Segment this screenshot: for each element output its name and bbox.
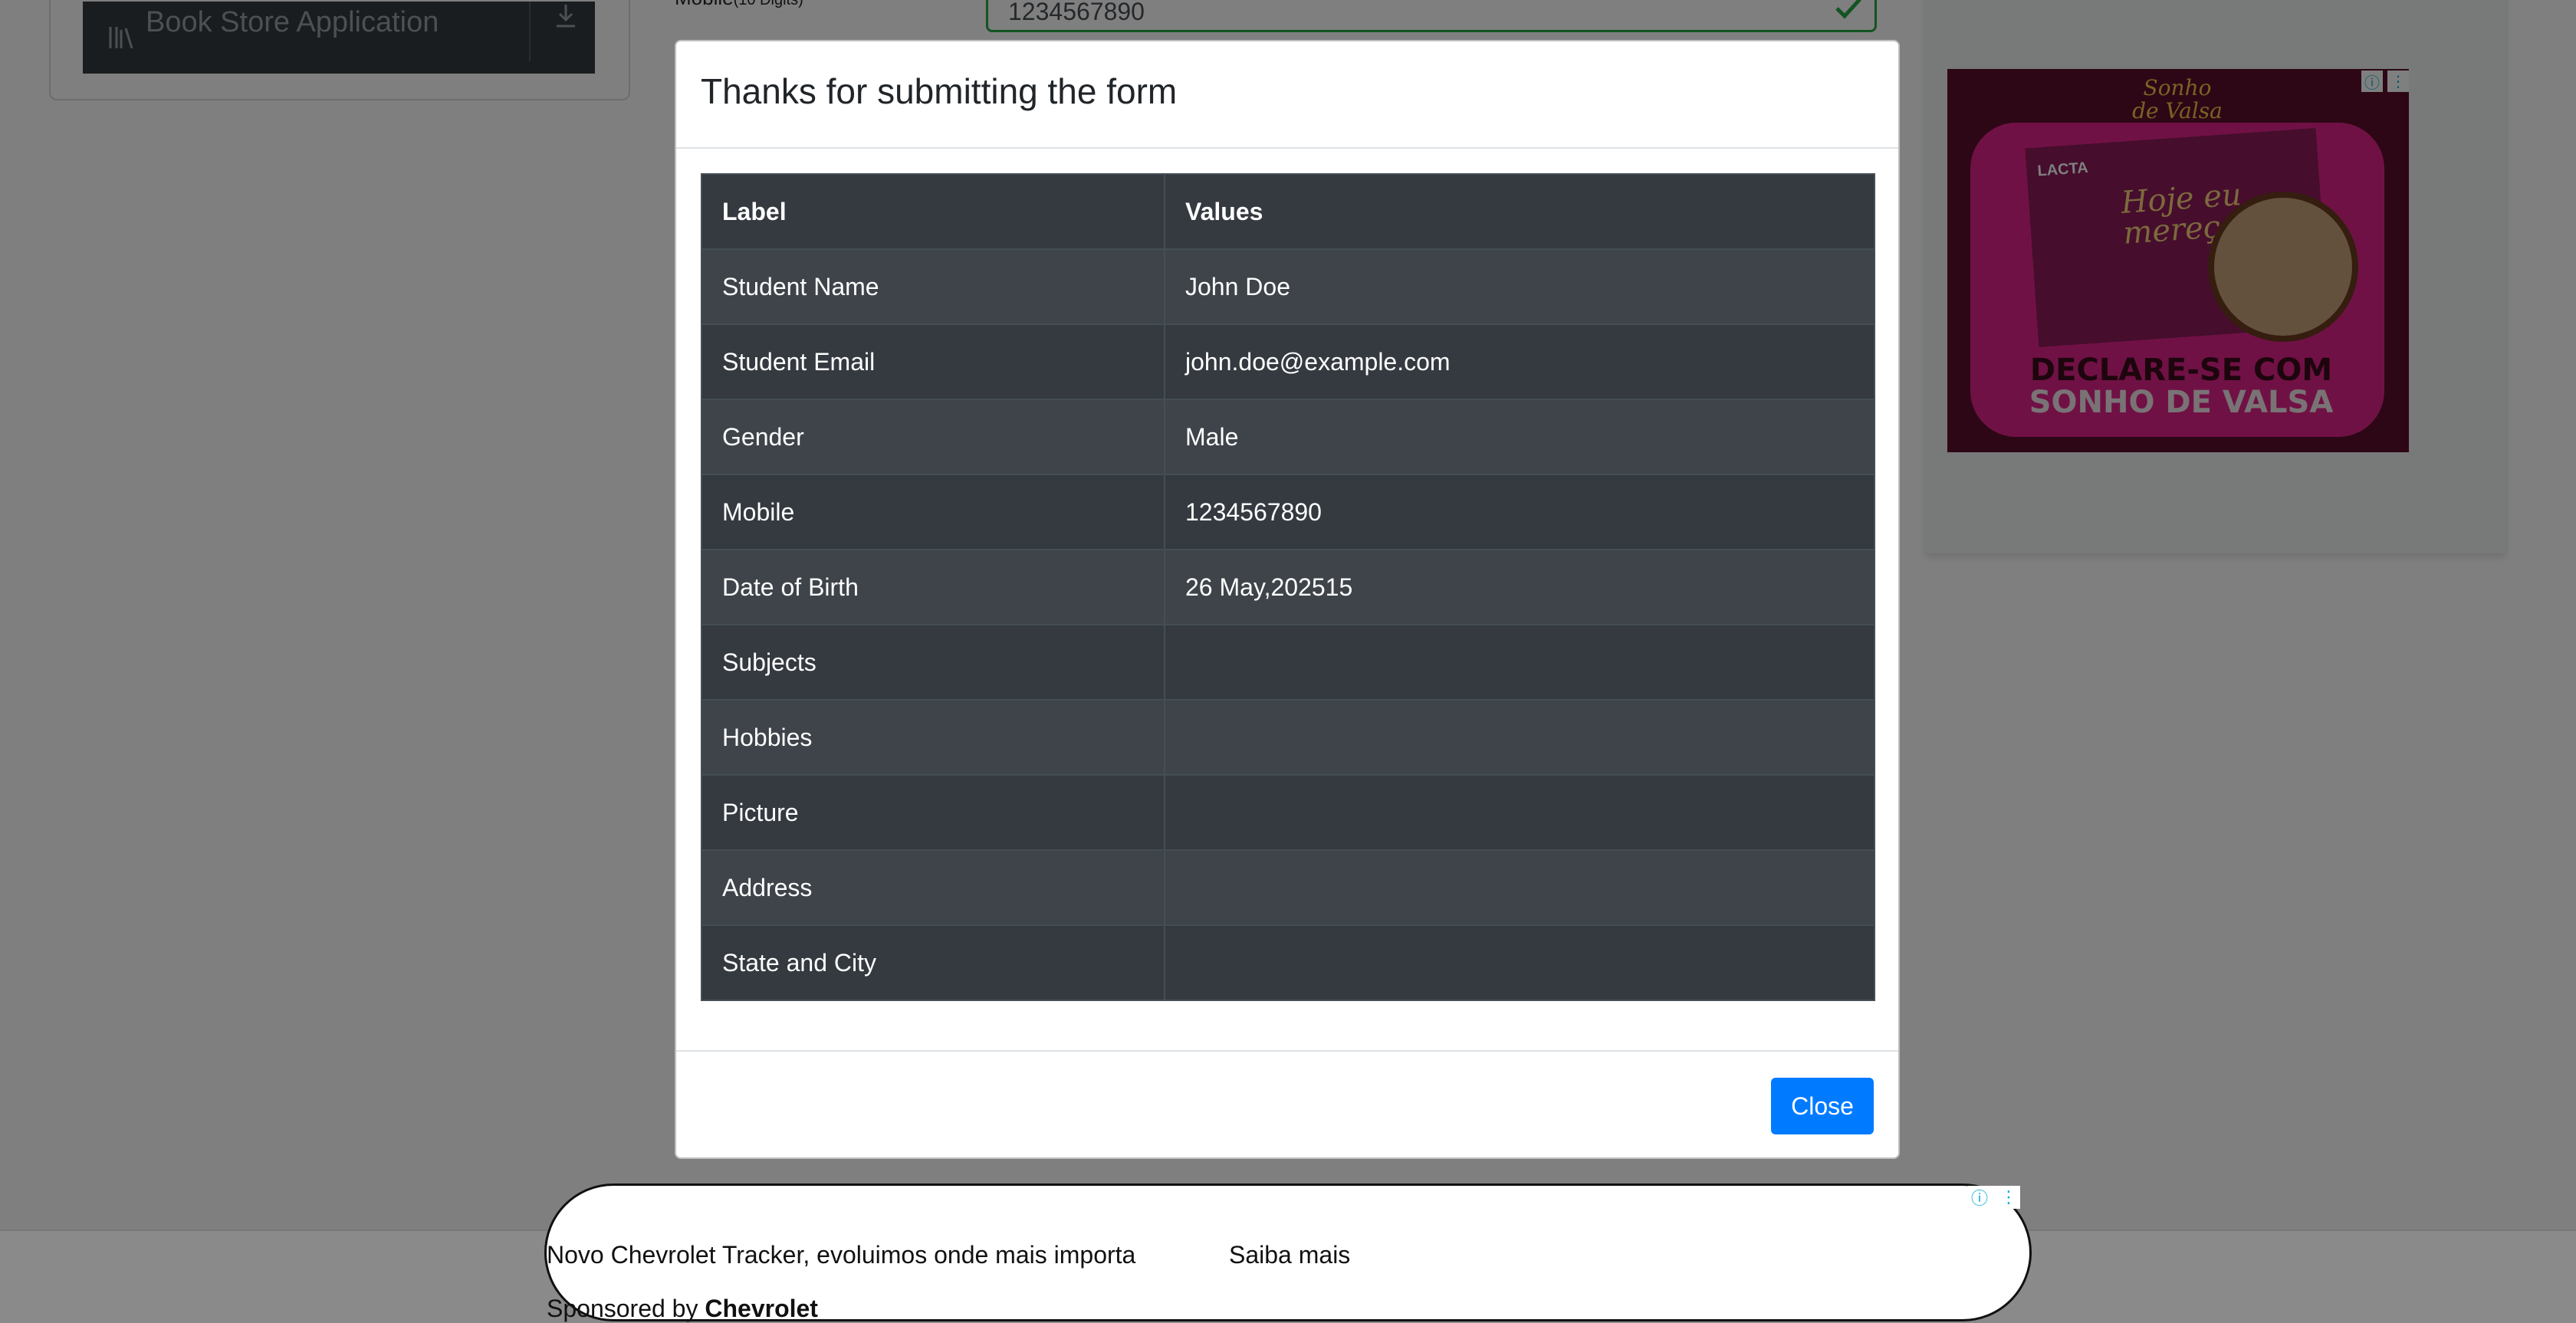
row-label: Date of Birth — [701, 549, 1165, 625]
modal-title: Thanks for submitting the form — [701, 71, 1178, 111]
row-label: Hobbies — [701, 699, 1165, 776]
row-value: 26 May,202515 — [1164, 549, 1875, 625]
row-label: Subjects — [701, 624, 1165, 701]
row-value: Male — [1164, 399, 1875, 475]
column-header-values: Values — [1164, 173, 1875, 250]
modal-header: Thanks for submitting the form — [676, 41, 1898, 149]
table-row: Subjects — [701, 624, 1875, 701]
row-label: Mobile — [701, 474, 1165, 550]
result-table: Label Values Student Name John Doe Studen… — [701, 173, 1875, 1001]
table-row: Picture — [701, 774, 1875, 851]
column-header-label: Label — [701, 173, 1165, 250]
row-label: Gender — [701, 399, 1165, 475]
table-row: State and City — [701, 924, 1875, 1001]
table-row: Date of Birth 26 May,202515 — [701, 549, 1875, 625]
more-icon[interactable]: ⋮ — [1997, 1186, 2020, 1209]
ad-sponsor-name: Chevrolet — [705, 1295, 818, 1322]
modal-footer: Close — [676, 1050, 1898, 1159]
table-row: Hobbies — [701, 699, 1875, 776]
row-value: john.doe@example.com — [1164, 323, 1875, 400]
table-row: Student Email john.doe@example.com — [701, 323, 1875, 400]
row-value — [1164, 699, 1875, 776]
table-row: Gender Male — [701, 399, 1875, 475]
modal-body: Label Values Student Name John Doe Studen… — [676, 149, 1898, 1001]
table-row: Student Name John Doe — [701, 248, 1875, 325]
row-label: Student Email — [701, 323, 1165, 400]
page: Book Store Application Mobile(10 Digits)… — [0, 0, 2576, 1323]
close-button[interactable]: Close — [1771, 1078, 1874, 1134]
row-label: Student Name — [701, 248, 1165, 325]
row-value — [1164, 924, 1875, 1001]
table-row: Address — [701, 849, 1875, 926]
ad-sponsor-prefix: Sponsored by — [547, 1295, 705, 1322]
ad-cta-link[interactable]: Saiba mais — [1229, 1241, 1350, 1269]
bottom-ad-banner[interactable]: Novo Chevrolet Tracker, evoluimos onde m… — [544, 1183, 2032, 1323]
row-value — [1164, 624, 1875, 701]
table-row: Mobile 1234567890 — [701, 474, 1875, 550]
row-label: Picture — [701, 774, 1165, 851]
row-value — [1164, 849, 1875, 926]
row-value: 1234567890 — [1164, 474, 1875, 550]
ad-choices: ⓘ ⋮ — [1968, 1186, 2020, 1209]
row-label: State and City — [701, 924, 1165, 1001]
ad-sponsor-line: Sponsored by Chevrolet — [547, 1295, 818, 1323]
row-label: Address — [701, 849, 1165, 926]
submission-modal: Thanks for submitting the form Label Val… — [675, 40, 1900, 1159]
row-value: John Doe — [1164, 248, 1875, 325]
ad-headline-link[interactable]: Novo Chevrolet Tracker, evoluimos onde m… — [547, 1241, 1135, 1269]
row-value — [1164, 774, 1875, 851]
info-icon[interactable]: ⓘ — [1968, 1186, 1991, 1209]
table-header-row: Label Values — [701, 173, 1875, 250]
